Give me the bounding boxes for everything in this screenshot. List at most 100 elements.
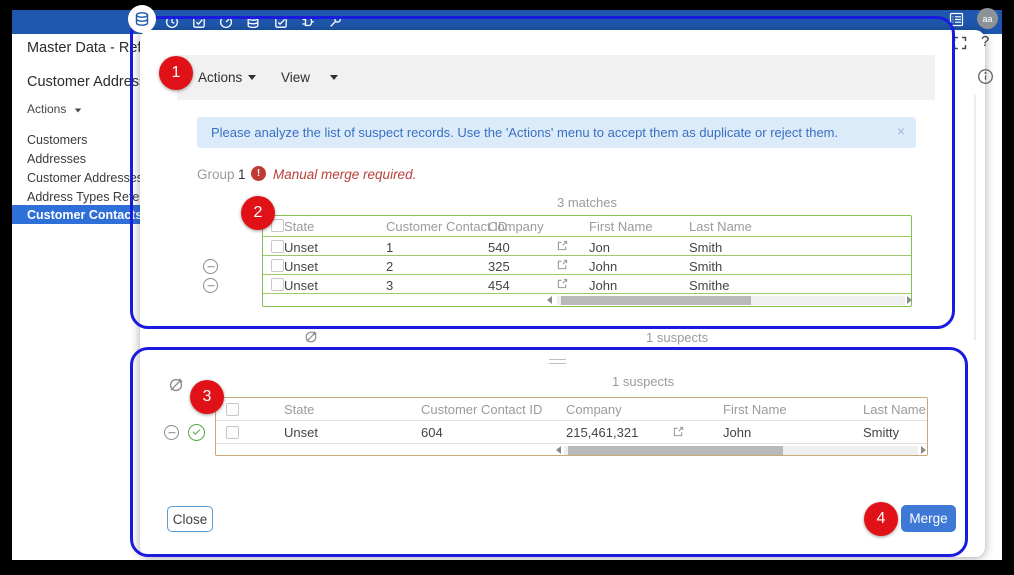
scroll-right-arrow[interactable] [921,446,926,454]
scroll-left-arrow[interactable] [556,446,561,454]
help-icon[interactable]: ? [981,33,989,50]
horizontal-scrollbar[interactable] [216,443,927,456]
expand-icon[interactable] [953,36,967,50]
chevron-down-icon [248,75,256,80]
row-checkbox[interactable] [271,278,284,291]
cell-company: 540 [488,240,510,255]
plug-icon[interactable] [301,15,315,29]
dialog-scrollbar-track[interactable] [974,95,976,340]
cell-contact-id: 1 [386,240,393,255]
info-icon[interactable] [977,68,994,85]
actions-menu-label: Actions [198,70,242,85]
cell-contact-id: 3 [386,278,393,293]
paperclip-icon [304,330,318,344]
checklist-icon[interactable] [274,15,288,29]
row-checkbox[interactable] [271,240,284,253]
horizontal-scrollbar[interactable] [263,293,911,306]
scrollbar-thumb[interactable] [568,446,783,455]
database-icon [134,11,150,27]
suspects-strip-caption: 1 suspects [646,330,708,345]
list-icon[interactable] [949,12,964,27]
tasks-icon[interactable] [192,15,206,29]
external-link-icon[interactable] [557,259,568,270]
cell-first-name: John [723,425,751,440]
error-exclamation-icon: ! [251,166,266,181]
row-checkbox[interactable] [226,426,239,439]
active-module-button[interactable] [128,5,156,33]
column-header-state: State [284,402,314,417]
scrollbar-thumb[interactable] [561,296,751,305]
cell-state: Unset [284,259,318,274]
view-menu[interactable]: View [281,70,338,85]
scroll-left-arrow[interactable] [547,296,552,304]
screenshot-stage: aa Master Data - Refere Customer Address… [0,0,1014,575]
view-menu-label: View [281,70,310,85]
cell-first-name: Jon [589,240,610,255]
row-checkbox[interactable] [271,259,284,272]
collapse-minus-icon[interactable] [164,425,179,440]
merge-button[interactable]: Merge [901,505,956,532]
group-label: Group [197,167,235,182]
column-header-first-name: First Name [723,402,787,417]
sidebar-item-addresses[interactable]: Addresses [27,152,86,166]
column-header-company: Company [488,219,544,234]
storage-icon[interactable] [246,15,260,29]
check-circle-icon[interactable] [188,424,205,441]
suspects-caption: 1 suspects [612,374,674,389]
cell-last-name: Smith [689,240,722,255]
table-header-row: State Customer Contact ID Company First … [216,398,927,420]
cell-company: 325 [488,259,510,274]
close-button[interactable]: Close [167,506,213,532]
table-row[interactable]: Unset 3 454 John Smithe [263,274,911,294]
sidebar-item-label: Customer Contacts [27,208,142,222]
external-link-icon[interactable] [673,426,684,437]
annotation-step-2: 2 [241,196,275,230]
cell-state: Unset [284,278,318,293]
table-row[interactable]: Unset 604 215,461,321 John Smitty [216,420,927,444]
cell-state: Unset [284,240,318,255]
scroll-right-arrow[interactable] [907,296,912,304]
annotation-step-3: 3 [190,380,224,414]
table-header-row: State Customer Contact ID Company First … [263,216,911,236]
cell-last-name: Smitty [863,425,899,440]
cell-state: Unset [284,425,318,440]
external-link-icon[interactable] [557,240,568,251]
clock-icon[interactable] [165,15,179,29]
group-number: 1 [238,167,246,182]
table-row[interactable]: Unset 1 540 Jon Smith [263,236,911,256]
manual-merge-warning-text: Manual merge required. [273,167,416,182]
resize-drag-handle[interactable] [549,359,566,364]
select-all-checkbox[interactable] [226,403,239,416]
gauge-icon[interactable] [219,15,233,29]
sidebar-item-customer-contacts-selected[interactable]: Customer Contacts [12,205,140,224]
wrench-icon[interactable] [328,15,342,29]
matches-caption: 3 matches [262,195,912,210]
banner-dismiss-button[interactable]: × [897,123,905,139]
column-header-contact-id: Customer Contact ID [421,402,542,417]
annotation-step-1: 1 [159,56,193,90]
sidebar-actions-menu[interactable]: Actions [27,102,82,116]
matches-table: State Customer Contact ID Company First … [262,215,912,307]
avatar[interactable]: aa [977,8,998,29]
chevron-down-icon [330,75,338,80]
info-banner: Please analyze the list of suspect recor… [197,117,916,148]
column-header-last-name: Last Name [689,219,752,234]
collapse-minus-icon[interactable] [203,278,218,293]
sidebar-item-customer-addresses[interactable]: Customer Addresses [27,171,143,185]
column-header-state: State [284,219,314,234]
paperclip-icon [168,377,184,393]
sidebar-actions-label: Actions [27,102,66,116]
actions-menu[interactable]: Actions [198,70,256,85]
annotation-step-4: 4 [864,502,898,536]
cell-contact-id: 604 [421,425,443,440]
cell-first-name: John [589,259,617,274]
column-header-company: Company [566,402,622,417]
cell-last-name: Smithe [689,278,729,293]
external-link-icon[interactable] [557,278,568,289]
table-row[interactable]: Unset 2 325 John Smith [263,255,911,275]
sidebar-item-customers[interactable]: Customers [27,133,87,147]
cell-company: 215,461,321 [566,425,638,440]
collapse-minus-icon[interactable] [203,259,218,274]
info-banner-text: Please analyze the list of suspect recor… [211,125,838,140]
dialog-toolbar: Actions View [177,55,935,100]
